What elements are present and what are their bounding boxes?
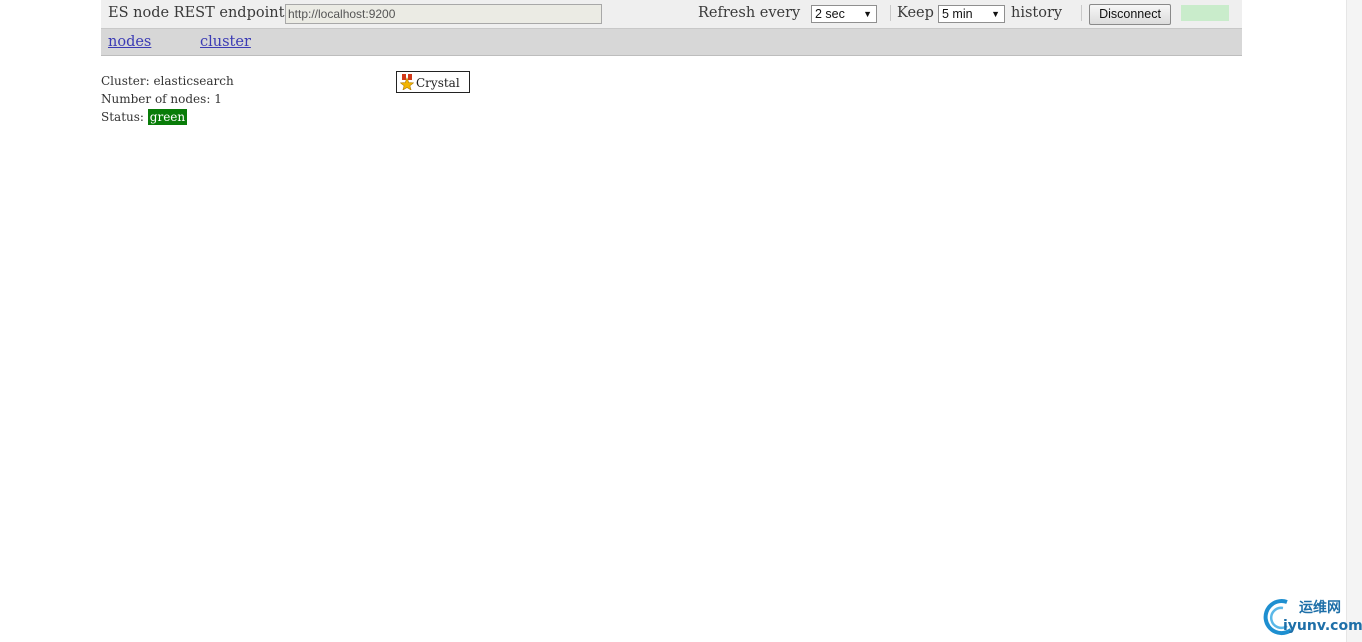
master-star-icon: [400, 74, 414, 90]
cluster-status-row: Status: green: [101, 108, 234, 126]
cluster-summary: Cluster: elasticsearch Number of nodes: …: [101, 72, 234, 126]
endpoint-label: ES node REST endpoint: [108, 5, 285, 21]
disconnect-button[interactable]: Disconnect: [1089, 4, 1171, 25]
cluster-name-label: Cluster:: [101, 74, 150, 88]
watermark-logo: 运维网 iyunv.com: [1257, 596, 1362, 640]
dropdown-arrow-icon: ▼: [991, 9, 1000, 19]
node-count-label: Number of nodes:: [101, 92, 211, 106]
node-count-value: 1: [214, 92, 222, 106]
nav-link-nodes[interactable]: nodes: [108, 34, 151, 50]
refresh-label: Refresh every: [698, 5, 801, 21]
cluster-status-label: Status:: [101, 110, 144, 124]
node-name: Crystal: [416, 76, 460, 90]
watermark-text-cn: 运维网: [1299, 600, 1341, 616]
cluster-name-row: Cluster: elasticsearch: [101, 72, 234, 90]
dropdown-arrow-icon: ▼: [863, 9, 872, 19]
keep-label: Keep: [897, 5, 934, 21]
toolbar-divider: [890, 5, 891, 21]
app: ES node REST endpoint http://localhost:9…: [101, 0, 1242, 56]
node-box[interactable]: Crystal: [396, 71, 470, 93]
watermark-text-url: iyunv.com: [1283, 618, 1362, 634]
node-count-row: Number of nodes: 1: [101, 90, 234, 108]
status-badge: green: [147, 109, 188, 125]
refresh-select[interactable]: 2 sec ▼: [811, 5, 877, 23]
keep-select-value: 5 min: [942, 7, 973, 21]
history-label: history: [1011, 5, 1063, 21]
toolbar-divider: [1081, 5, 1082, 21]
endpoint-input[interactable]: http://localhost:9200: [285, 4, 602, 24]
cluster-name-value: elasticsearch: [153, 74, 234, 88]
connection-status-indicator: [1181, 5, 1229, 21]
toolbar: ES node REST endpoint http://localhost:9…: [101, 0, 1242, 29]
refresh-select-value: 2 sec: [815, 7, 845, 21]
nav-bar: nodes cluster: [101, 29, 1242, 56]
vertical-scrollbar[interactable]: [1346, 0, 1362, 642]
keep-select[interactable]: 5 min ▼: [938, 5, 1005, 23]
nav-link-cluster[interactable]: cluster: [200, 34, 251, 50]
